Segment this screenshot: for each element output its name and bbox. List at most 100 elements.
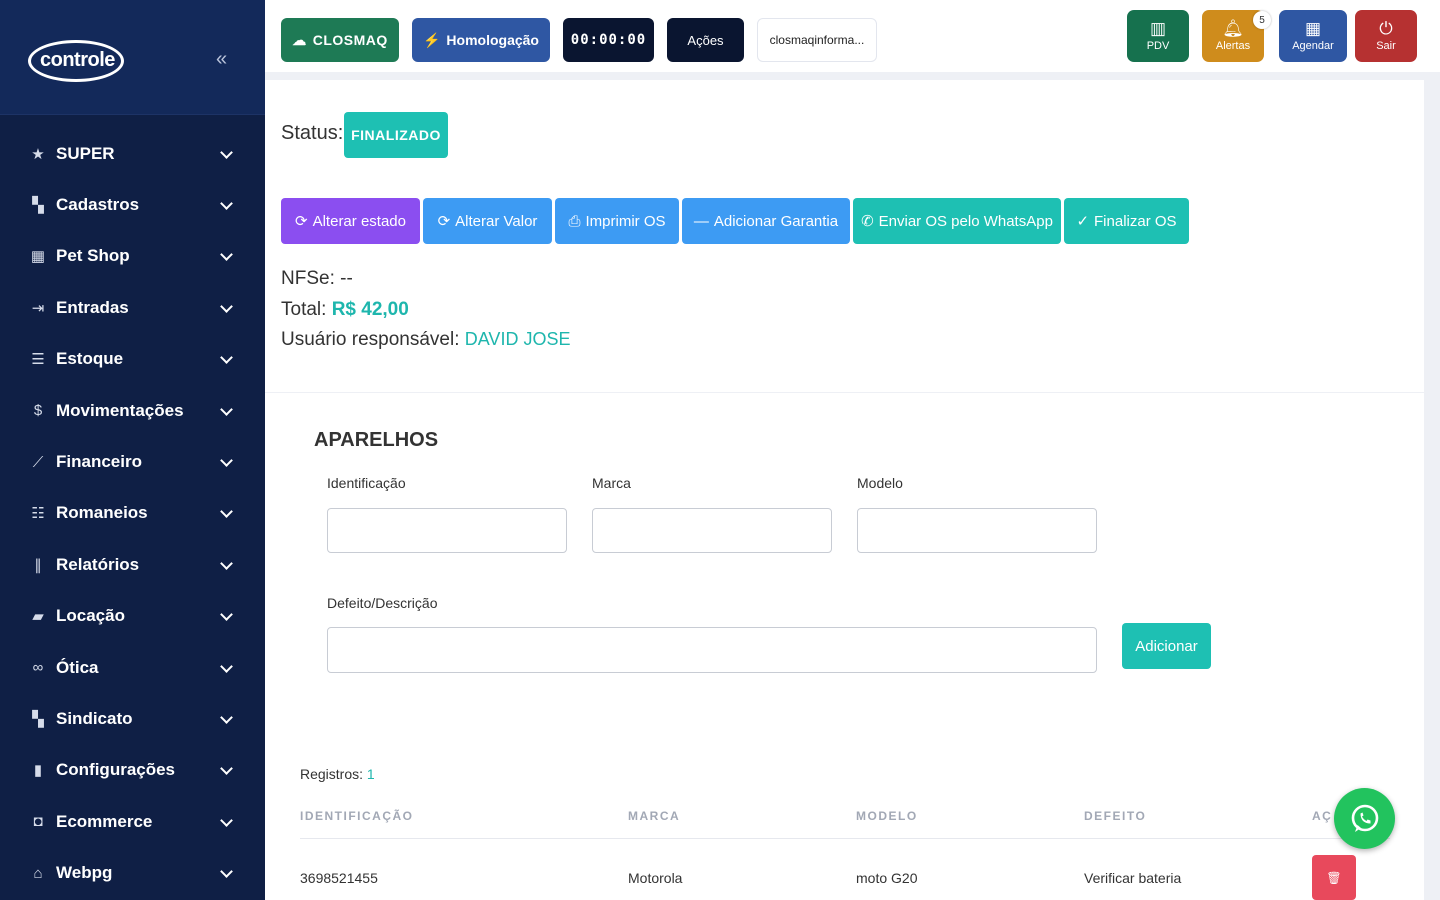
logo-text: controle — [40, 49, 115, 71]
records-value: 1 — [366, 766, 375, 782]
responsible-user-value: DAVID JOSE — [464, 329, 571, 349]
chevron-down-icon — [220, 711, 233, 724]
actions-button[interactable]: Ações — [667, 18, 744, 62]
brand-input[interactable] — [592, 508, 832, 553]
status-label: Status: — [281, 122, 344, 144]
sidebar-item-label: Ecommerce — [56, 811, 153, 831]
sidebar-item-label: Locação — [56, 606, 125, 626]
chevron-down-icon — [220, 762, 233, 776]
order-status-card: Status: FINALIZADO ⟳ Alterar estado ⟳ Al… — [265, 80, 1424, 392]
user-button[interactable]: closmaqinforma... — [757, 18, 877, 62]
sidebar-item-webpg[interactable]: ⌂ Webpg — [0, 847, 265, 898]
sidebar-item-label: SUPER — [56, 143, 115, 163]
finish-order-button[interactable]: ✓ Finalizar OS — [1064, 198, 1189, 244]
add-warranty-button[interactable]: — Adicionar Garantia — [682, 198, 850, 244]
total-line: Total: R$ 42,00 — [281, 299, 409, 321]
glasses-icon: ∞ — [32, 659, 44, 677]
sidebar-menu: ★ SUPER ▚ Cadastros ▦ Pet Shop ⇥ Entrada… — [0, 128, 265, 899]
star-icon: ★ — [31, 145, 45, 163]
cell-identification: 3698521455 — [300, 870, 378, 886]
clipboard-icon: ▮ — [33, 762, 43, 780]
delete-row-button[interactable]: 🗑︎ — [1312, 855, 1356, 900]
sidebar-item-label: Pet Shop — [56, 246, 130, 266]
chevron-down-icon — [220, 351, 233, 365]
check-icon: ✓ — [1076, 213, 1090, 230]
company-button[interactable]: ☁ CLOSMAQ — [281, 18, 399, 62]
column-header-model[interactable]: MODELO — [856, 809, 918, 823]
sidebar-item-label: Financeiro — [56, 452, 142, 472]
chevron-down-icon — [220, 299, 233, 313]
refresh-icon: ⟳ — [437, 213, 451, 230]
environment-label: Homologação — [446, 32, 539, 48]
whatsapp-icon: ✆ — [861, 213, 874, 230]
collapse-sidebar-icon[interactable]: « — [216, 48, 227, 71]
list-icon: ☰ — [31, 351, 45, 369]
logout-button[interactable]: ⏻ Sair — [1355, 10, 1417, 62]
chevron-down-icon — [220, 248, 233, 262]
sidebar-item-pet-shop[interactable]: ▦ Pet Shop — [0, 231, 265, 282]
defect-input[interactable] — [327, 627, 1097, 673]
table-header-divider — [300, 838, 1390, 839]
send-whatsapp-label: Enviar OS pelo WhatsApp — [878, 212, 1053, 230]
calendar-icon: ▦ — [1304, 19, 1322, 38]
printer-icon: ⎙ — [568, 212, 581, 230]
power-icon: ⏻ — [1379, 19, 1393, 38]
print-order-button[interactable]: ⎙ Imprimir OS — [555, 198, 679, 244]
identification-input[interactable] — [327, 508, 567, 553]
sidebar-item-label: Cadastros — [56, 195, 140, 215]
sidebar-item-otica[interactable]: ∞ Ótica — [0, 642, 265, 693]
cloud-icon: ☁ — [292, 31, 307, 48]
session-timer: 00:00:00 — [563, 18, 654, 62]
change-value-label: Alterar Valor — [455, 212, 538, 230]
sidebar-item-entradas[interactable]: ⇥ Entradas — [0, 282, 265, 333]
environment-button[interactable]: ⚡ Homologação — [412, 18, 550, 62]
add-warranty-label: Adicionar Garantia — [713, 212, 839, 230]
refresh-icon: ⟳ — [295, 213, 308, 230]
chevron-down-icon — [220, 608, 233, 622]
sidebar-item-cadastros[interactable]: ▚ Cadastros — [0, 179, 265, 230]
pdv-button[interactable]: ▥ PDV — [1127, 10, 1189, 62]
sidebar: controle « ★ SUPER ▚ Cadastros ▦ Pet Sho… — [0, 0, 265, 900]
nfse-value: -- — [340, 268, 353, 289]
add-device-button[interactable]: Adicionar — [1122, 623, 1211, 669]
sidebar-item-configuracoes[interactable]: ▮ Configurações — [0, 745, 265, 796]
records-label: Registros: — [300, 766, 364, 782]
finish-order-label: Finalizar OS — [1094, 212, 1177, 230]
sidebar-item-ecommerce[interactable]: ◘ Ecommerce — [0, 796, 265, 847]
cell-brand: Motorola — [628, 870, 683, 886]
sidebar-item-label: Ótica — [56, 657, 99, 677]
brand-label: Marca — [592, 475, 631, 491]
schedule-button[interactable]: ▦ Agendar — [1279, 10, 1347, 62]
status-badge: FINALIZADO — [344, 112, 448, 158]
column-header-identification[interactable]: IDENTIFICAÇÃO — [300, 809, 414, 823]
records-count: Registros: 1 — [300, 766, 375, 782]
sidebar-item-estoque[interactable]: ☰ Estoque — [0, 334, 265, 385]
sidebar-item-movimentacoes[interactable]: $ Movimentações — [0, 385, 265, 436]
bolt-icon: ⚡ — [422, 31, 441, 48]
sidebar-item-sindicato[interactable]: ▚ Sindicato — [0, 693, 265, 744]
alerts-count-badge: 5 — [1253, 11, 1271, 29]
change-state-label: Alterar estado — [312, 212, 406, 230]
cell-model: moto G20 — [856, 870, 918, 886]
app-logo[interactable]: controle — [28, 40, 124, 82]
sidebar-item-financeiro[interactable]: ⟋ Financeiro — [0, 436, 265, 487]
model-label: Modelo — [857, 475, 903, 491]
change-value-button[interactable]: ⟳ Alterar Valor — [423, 198, 552, 244]
total-label: Total: — [281, 299, 327, 320]
sidebar-item-relatorios[interactable]: ∥ Relatórios — [0, 539, 265, 590]
sidebar-item-romaneios[interactable]: ☷ Romaneios — [0, 488, 265, 539]
identification-label: Identificação — [327, 475, 406, 491]
change-state-button[interactable]: ⟳ Alterar estado — [281, 198, 420, 244]
column-header-brand[interactable]: MARCA — [628, 809, 680, 823]
whatsapp-float-button[interactable] — [1334, 788, 1395, 849]
send-whatsapp-button[interactable]: ✆ Enviar OS pelo WhatsApp — [853, 198, 1061, 244]
sidebar-item-locacao[interactable]: ▰ Locação — [0, 591, 265, 642]
total-value: R$ 42,00 — [331, 299, 409, 320]
whatsapp-icon — [1351, 804, 1378, 832]
sidebar-item-super[interactable]: ★ SUPER — [0, 128, 265, 179]
model-input[interactable] — [857, 508, 1097, 553]
schedule-label: Agendar — [1292, 40, 1334, 52]
column-header-defect[interactable]: DEFEITO — [1084, 809, 1146, 823]
chevron-down-icon — [220, 505, 233, 519]
store-icon: ▦ — [30, 248, 46, 266]
